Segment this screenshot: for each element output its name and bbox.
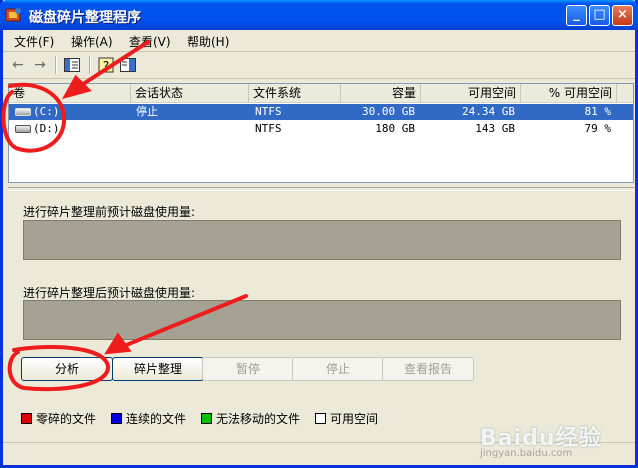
volume-capacity: 180 GB	[375, 122, 415, 135]
volume-row-c[interactable]: (C:) 停止 NTFS 30.00 GB 24.34 GB 81 %	[9, 104, 633, 120]
volume-free-space: 24.34 GB	[462, 105, 515, 118]
app-icon	[5, 8, 21, 22]
back-arrow-icon[interactable]: ←	[7, 55, 29, 75]
legend-unmovable: 无法移动的文件	[201, 410, 300, 427]
col-capacity[interactable]: 容量	[341, 84, 421, 102]
properties-icon[interactable]	[117, 55, 139, 75]
toolbar-separator	[55, 56, 57, 74]
defragmenter-window: 磁盘碎片整理程序 _ □ × 文件(F) 操作(A) 查看(V) 帮助(H) ←…	[0, 0, 638, 468]
console-tree-icon[interactable]	[61, 55, 83, 75]
volume-capacity: 30.00 GB	[362, 105, 415, 118]
legend-swatch	[315, 413, 326, 424]
col-filesystem[interactable]: 文件系统	[249, 84, 341, 102]
help-icon[interactable]: ?	[95, 55, 117, 75]
hard-drive-icon	[15, 125, 31, 133]
list-header: 卷 会话状态 文件系统 容量 可用空间 % 可用空间	[9, 84, 633, 103]
volume-status: 停止	[136, 105, 158, 118]
volume-list[interactable]: 卷 会话状态 文件系统 容量 可用空间 % 可用空间 (C:) 停止 NTFS …	[8, 83, 634, 183]
menu-bar: 文件(F) 操作(A) 查看(V) 帮助(H)	[3, 30, 635, 52]
volume-filesystem: NTFS	[255, 122, 282, 135]
stop-button[interactable]: 停止	[292, 357, 384, 381]
minimize-button[interactable]: _	[566, 5, 587, 26]
volume-name: (D:)	[33, 122, 60, 135]
window-title: 磁盘碎片整理程序	[29, 10, 141, 26]
volume-name: (C:)	[33, 105, 60, 118]
watermark-url: jingyan.baidu.com	[480, 448, 573, 459]
legend-swatch	[111, 413, 122, 424]
menu-view[interactable]: 查看(V)	[129, 33, 171, 50]
baidu-watermark: Baidu经验 jingyan.baidu.com	[480, 416, 630, 464]
maximize-button[interactable]: □	[589, 5, 610, 26]
analyze-button[interactable]: 分析	[21, 357, 113, 381]
volume-free-space: 143 GB	[475, 122, 515, 135]
title-bar[interactable]: 磁盘碎片整理程序 _ □ ×	[0, 0, 638, 30]
volume-percent-free: 79 %	[584, 122, 612, 135]
splitter[interactable]	[8, 187, 634, 191]
toolbar-separator	[89, 56, 91, 74]
col-volume[interactable]: 卷	[9, 84, 131, 102]
legend-swatch	[21, 413, 32, 424]
view-report-button[interactable]: 查看报告	[382, 357, 474, 381]
volume-filesystem: NTFS	[255, 105, 282, 118]
hard-drive-icon	[15, 108, 31, 116]
legend-contiguous: 连续的文件	[111, 410, 186, 427]
forward-arrow-icon[interactable]: →	[29, 55, 51, 75]
legend-free-space: 可用空间	[315, 410, 378, 427]
menu-help[interactable]: 帮助(H)	[187, 33, 229, 50]
volume-percent-free: 81 %	[584, 105, 612, 118]
usage-before-display	[23, 220, 621, 260]
close-button[interactable]: ×	[612, 5, 633, 26]
menu-action[interactable]: 操作(A)	[71, 33, 113, 50]
usage-after-label: 进行碎片整理后预计磁盘使用量:	[23, 286, 196, 300]
usage-after-display	[23, 300, 621, 340]
defragment-button[interactable]: 碎片整理	[112, 357, 204, 381]
volume-row-d[interactable]: (D:) NTFS 180 GB 143 GB 79 %	[9, 121, 633, 137]
usage-before-label: 进行碎片整理前预计磁盘使用量:	[23, 205, 196, 219]
legend-swatch	[201, 413, 212, 424]
toolbar: ← → ?	[3, 52, 635, 79]
col-free-space[interactable]: 可用空间	[421, 84, 521, 102]
svg-text:?: ?	[103, 59, 109, 73]
col-percent-free[interactable]: % 可用空间	[521, 84, 617, 102]
menu-file[interactable]: 文件(F)	[14, 33, 54, 50]
col-status[interactable]: 会话状态	[131, 84, 249, 102]
legend-fragmented: 零碎的文件	[21, 410, 96, 427]
pause-button[interactable]: 暂停	[202, 357, 294, 381]
